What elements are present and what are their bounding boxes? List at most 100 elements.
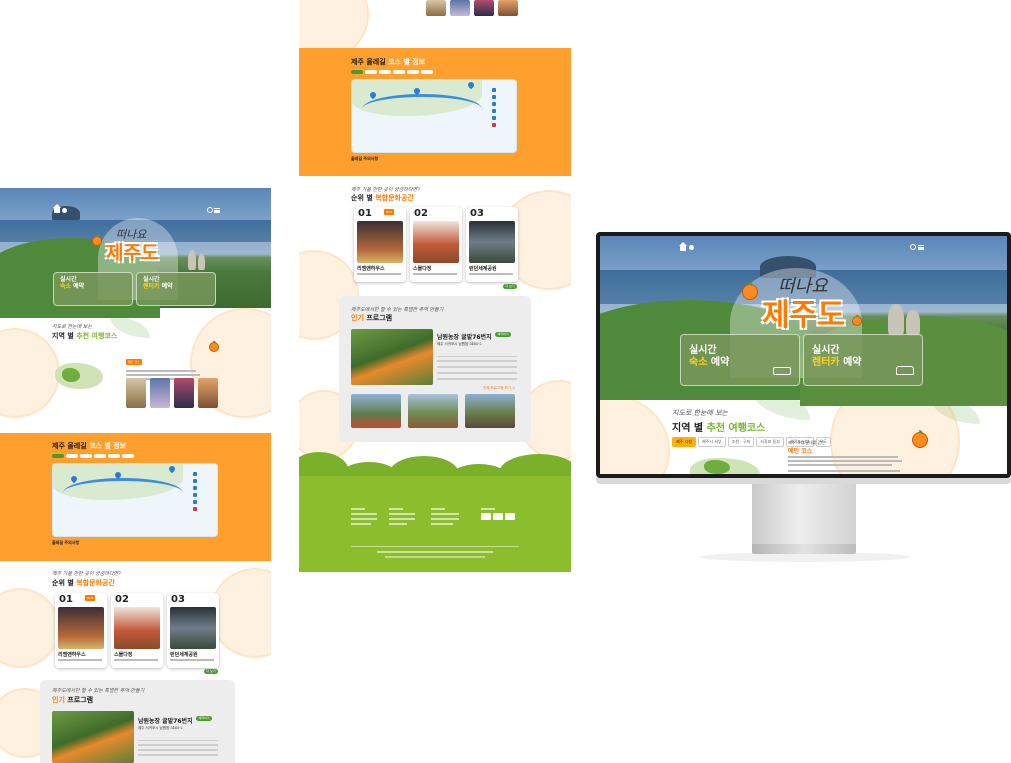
trail-note-title: 올레길 주의사항 — [52, 540, 80, 545]
culture-script: 제주 가볼 만한 곳이 궁금하다면? — [351, 187, 420, 193]
culture-card[interactable]: 01 HOT 리엠앤하우스 — [354, 207, 406, 282]
culture-card[interactable]: 02 스몰다정 — [111, 593, 163, 668]
menu-icon[interactable] — [214, 208, 220, 213]
program-photo[interactable] — [351, 329, 433, 385]
search-icon[interactable] — [910, 244, 916, 250]
footer-link[interactable] — [431, 523, 453, 525]
car-booking-button[interactable]: 실시간 렌터카 예약 — [803, 334, 923, 386]
program-title: 인기 프로그램 — [351, 313, 392, 323]
course-chip[interactable] — [108, 454, 120, 458]
stay-booking-button[interactable]: 실시간 숙소 예약 — [53, 272, 133, 306]
stay-booking-button[interactable]: 실시간 숙소 예약 — [680, 334, 800, 386]
program-name: 남원농장 귤밭76번지 — [138, 718, 193, 725]
program-thumb[interactable] — [351, 394, 401, 428]
course-chip[interactable] — [379, 70, 391, 74]
footer-link[interactable] — [389, 523, 407, 525]
culture-photo — [58, 607, 104, 649]
culture-more-button[interactable]: 더 보기 — [503, 284, 517, 289]
legend-icon — [193, 472, 197, 476]
program-photo[interactable] — [52, 711, 134, 763]
region-thumb[interactable] — [198, 378, 218, 408]
program-name: 남원농장 귤밭76번지 — [437, 334, 492, 341]
program-thumb[interactable] — [408, 394, 458, 428]
legend-item — [193, 500, 197, 504]
program-title-suffix: 프로그램 — [366, 314, 393, 322]
trail-course-chips[interactable] — [52, 454, 134, 458]
culture-card[interactable]: 03 런던세계공원 — [167, 593, 219, 668]
home-icon[interactable] — [53, 204, 61, 213]
trail-title-prefix: 제주 올레길 — [52, 442, 87, 450]
region-tab[interactable]: 서귀포 동부 — [756, 437, 784, 447]
region-title-prefix: 지역 별 — [52, 332, 74, 340]
culture-card[interactable]: 02 스몰다정 — [410, 207, 462, 282]
course-chip[interactable] — [365, 70, 377, 74]
region-tab[interactable]: 제주 시청 — [672, 437, 696, 447]
culture-card[interactable]: 03 런던세계공원 — [466, 207, 518, 282]
trail-course-chips[interactable] — [351, 70, 433, 74]
mascot-icon — [912, 429, 928, 448]
course-chip[interactable] — [122, 454, 134, 458]
trail-title: 제주 올레길 코스 별 정보 — [52, 441, 126, 451]
region-thumb[interactable] — [150, 378, 170, 408]
map-region-selected[interactable] — [704, 460, 730, 474]
trail-route — [63, 478, 183, 508]
partner-logo[interactable] — [505, 513, 515, 520]
course-chip[interactable] — [407, 70, 419, 74]
region-info-text: 메인 코스 — [126, 348, 206, 380]
program-reserve-button[interactable]: 예약하기 — [196, 716, 212, 721]
home-icon[interactable] — [679, 242, 687, 251]
user-icon[interactable] — [689, 245, 694, 250]
culture-name: 스몰다정 — [413, 266, 432, 272]
course-chip[interactable] — [94, 454, 106, 458]
culture-more-button[interactable]: 더 보기 — [204, 669, 218, 674]
trail-title-highlight: 코스 별 정보 — [388, 58, 426, 66]
course-chip[interactable] — [80, 454, 92, 458]
menu-icon[interactable] — [918, 245, 924, 250]
course-chip[interactable] — [66, 454, 78, 458]
trail-route — [362, 94, 482, 124]
search-icon[interactable] — [207, 207, 213, 213]
region-thumb[interactable] — [498, 0, 518, 16]
footer-link[interactable] — [431, 518, 459, 520]
region-thumb[interactable] — [450, 0, 470, 16]
program-thumb[interactable] — [465, 394, 515, 428]
footer-link[interactable] — [389, 513, 415, 515]
hot-badge: HOT — [85, 595, 96, 601]
partner-logo[interactable] — [493, 513, 503, 520]
course-chip[interactable] — [351, 70, 363, 74]
course-chip[interactable] — [393, 70, 405, 74]
stay-booking-line2: 숙소 예약 — [60, 283, 126, 291]
region-thumb[interactable] — [426, 0, 446, 16]
footer-link[interactable] — [351, 518, 377, 520]
region-tab[interactable]: 제주시 서부 — [698, 437, 726, 447]
footer-link[interactable] — [351, 523, 371, 525]
map-region-selected[interactable] — [62, 368, 80, 382]
partner-logo[interactable] — [481, 513, 491, 520]
culture-title: 순위 별 복합문화공간 — [351, 193, 414, 203]
footer-column — [481, 508, 517, 520]
footer-link[interactable] — [389, 518, 415, 520]
region-thumb[interactable] — [126, 378, 146, 408]
program-more-link[interactable]: 전체 프로그램 보기 > — [483, 386, 515, 391]
middle-page-preview: 제주 올레길 코스 별 정보 올레길 주의사항 제주 가볼 만한 곳이 궁금하다… — [299, 0, 571, 572]
region-tab[interactable]: 조천 · 구좌 — [727, 437, 755, 447]
user-icon[interactable] — [62, 208, 67, 213]
trail-title: 제주 올레길 코스 별 정보 — [351, 57, 425, 67]
culture-card[interactable]: 01 HOT 리엠앤하우스 — [55, 593, 107, 668]
trail-map[interactable] — [52, 463, 218, 537]
map-legend — [193, 472, 197, 514]
footer-link[interactable] — [431, 513, 459, 515]
mascot-icon — [209, 341, 219, 352]
text-line — [788, 470, 900, 472]
car-booking-button[interactable]: 실시간 렌터카 예약 — [136, 272, 216, 306]
course-chip[interactable] — [421, 70, 433, 74]
footer-heading — [351, 508, 365, 510]
region-thumb[interactable] — [174, 378, 194, 408]
region-thumb[interactable] — [474, 0, 494, 16]
footer-link[interactable] — [351, 513, 377, 515]
monitor-stand — [752, 484, 856, 546]
culture-rank: 03 — [171, 594, 185, 605]
course-chip[interactable] — [52, 454, 64, 458]
trail-map[interactable] — [351, 79, 517, 153]
program-reserve-button[interactable]: 예약하기 — [495, 332, 511, 337]
